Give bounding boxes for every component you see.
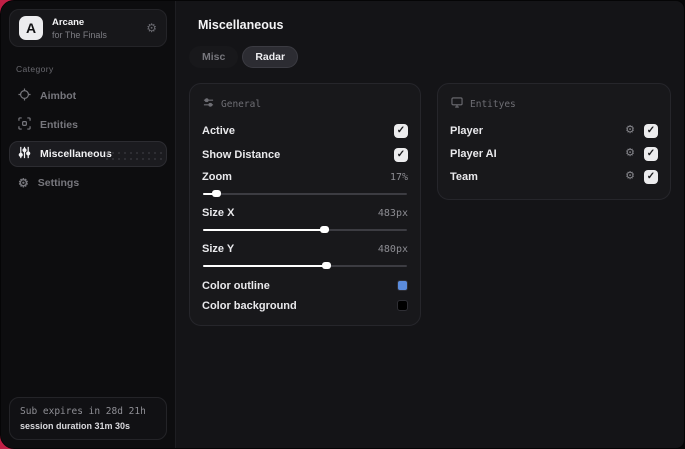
- color-outline-swatch[interactable]: [397, 280, 408, 291]
- tab-bar: Misc Radar: [189, 46, 671, 68]
- sliders-icon: [18, 146, 31, 162]
- player-ai-checkbox[interactable]: [644, 146, 658, 161]
- tab-misc[interactable]: Misc: [189, 46, 239, 68]
- sidebar-item-label: Miscellaneous: [40, 148, 112, 160]
- size-y-slider[interactable]: [202, 261, 408, 270]
- general-panel-title: General: [221, 98, 262, 110]
- mini-sliders-icon: [203, 97, 214, 111]
- brand-logo: A: [19, 16, 43, 40]
- setting-label: Color background: [202, 299, 297, 312]
- team-config-gear-icon[interactable]: ⚙: [625, 171, 635, 182]
- sidebar-item-miscellaneous[interactable]: Miscellaneous: [9, 141, 167, 167]
- size-x-value: 483px: [377, 207, 408, 219]
- general-panel: General Active Show Distance Zoom 17%: [189, 83, 421, 326]
- sidebar-section-label: Category: [16, 64, 54, 74]
- profile-settings-icon[interactable]: ⚙: [146, 22, 157, 34]
- main-content: Miscellaneous Misc Radar General Active: [176, 1, 684, 448]
- size-x-slider-thumb[interactable]: [319, 226, 329, 233]
- player-checkbox[interactable]: [644, 123, 658, 138]
- brand-subtitle: for The Finals: [52, 29, 107, 40]
- tab-radar[interactable]: Radar: [242, 46, 299, 68]
- session-duration-text: session duration 31m 30s: [20, 421, 131, 431]
- setting-label: Show Distance: [202, 148, 281, 161]
- gear-icon: ⚙: [18, 176, 29, 190]
- active-checkbox[interactable]: [394, 123, 408, 138]
- setting-label: Size Y: [202, 243, 235, 255]
- setting-label: Active: [202, 124, 236, 137]
- sub-expires-text: Sub expires in 28d 21h: [20, 406, 146, 417]
- zoom-value: 17%: [389, 171, 408, 183]
- app-window: A Arcane for The Finals ⚙ Category Aimbo…: [0, 0, 685, 449]
- setting-row-color-background: Color background: [202, 299, 408, 312]
- setting-label: Zoom: [202, 171, 232, 183]
- subscription-card: Sub expires in 28d 21h session duration …: [9, 397, 167, 440]
- entity-row-player: Player ⚙: [450, 123, 658, 138]
- entity-label: Player AI: [450, 147, 497, 160]
- entities-panel: Entityes Player ⚙ Player AI ⚙: [437, 83, 671, 200]
- general-panel-header: General: [203, 97, 408, 111]
- sidebar: A Arcane for The Finals ⚙ Category Aimbo…: [1, 1, 176, 448]
- size-y-value: 480px: [377, 243, 408, 255]
- setting-row-size-x: Size X 483px: [202, 207, 408, 234]
- setting-row-zoom: Zoom 17%: [202, 171, 408, 198]
- zoom-slider-thumb[interactable]: [212, 190, 222, 197]
- setting-label: Color outline: [202, 279, 270, 292]
- monitor-icon: [451, 97, 463, 111]
- zoom-slider[interactable]: [202, 189, 408, 198]
- color-background-swatch[interactable]: [397, 300, 408, 311]
- panels-row: General Active Show Distance Zoom 17%: [189, 83, 671, 326]
- setting-row-color-outline: Color outline: [202, 279, 408, 292]
- size-y-slider-thumb[interactable]: [321, 262, 331, 269]
- profile-card: A Arcane for The Finals ⚙: [9, 9, 167, 47]
- brand-text: Arcane for The Finals: [52, 17, 107, 40]
- sidebar-item-label: Settings: [37, 177, 80, 189]
- sidebar-item-label: Aimbot: [40, 90, 77, 102]
- team-checkbox[interactable]: [644, 169, 658, 184]
- show-distance-checkbox[interactable]: [394, 147, 408, 162]
- player-ai-config-gear-icon[interactable]: ⚙: [625, 148, 635, 159]
- setting-row-show-distance: Show Distance: [202, 147, 408, 162]
- brand-name: Arcane: [52, 16, 85, 28]
- entities-panel-title: Entityes: [470, 98, 516, 110]
- entities-panel-header: Entityes: [451, 97, 658, 111]
- sidebar-item-settings[interactable]: ⚙ Settings: [9, 170, 167, 196]
- setting-row-size-y: Size Y 480px: [202, 243, 408, 270]
- entity-label: Player: [450, 124, 484, 137]
- page-title: Miscellaneous: [198, 18, 284, 32]
- setting-row-active: Active: [202, 123, 408, 138]
- setting-label: Size X: [202, 207, 235, 219]
- scan-box-icon: [18, 117, 31, 133]
- crosshair-icon: [18, 88, 31, 104]
- sidebar-item-label: Entities: [40, 119, 78, 131]
- entity-row-player-ai: Player AI ⚙: [450, 146, 658, 161]
- sidebar-item-aimbot[interactable]: Aimbot: [9, 83, 167, 109]
- player-config-gear-icon[interactable]: ⚙: [625, 125, 635, 136]
- sidebar-item-entities[interactable]: Entities: [9, 112, 167, 138]
- entity-row-team: Team ⚙: [450, 169, 658, 184]
- size-x-slider[interactable]: [202, 225, 408, 234]
- entity-label: Team: [450, 170, 478, 183]
